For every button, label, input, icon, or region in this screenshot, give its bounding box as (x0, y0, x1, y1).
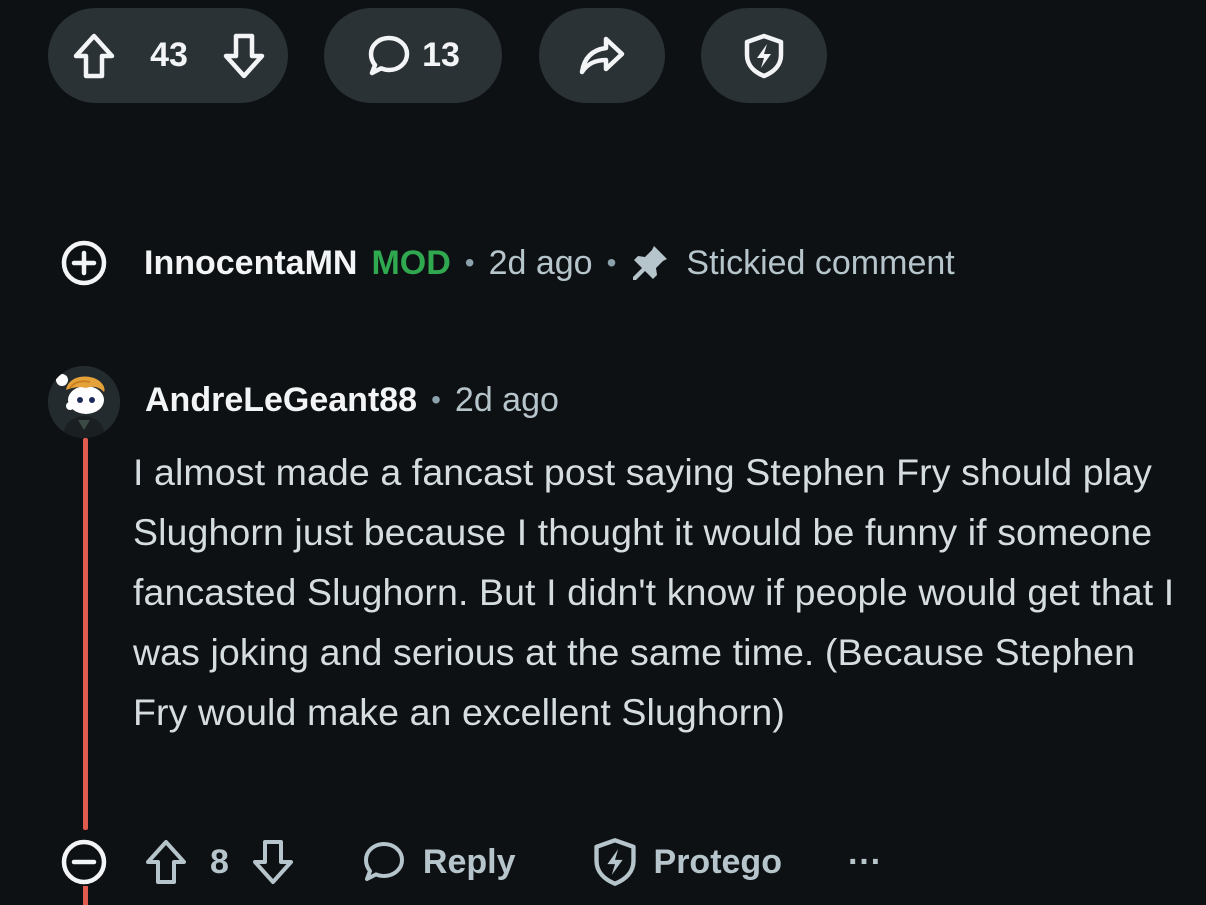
stickied-comment-label: Stickied comment (686, 243, 955, 282)
pin-icon (633, 246, 668, 280)
mod-badge: MOD (371, 243, 451, 282)
separator-dot: • (606, 247, 617, 278)
share-arrow-icon (579, 36, 625, 74)
separator-dot: • (464, 247, 475, 278)
comment-time: 2d ago (454, 380, 559, 419)
post-award-button[interactable] (701, 8, 827, 103)
speech-bubble-icon (363, 842, 404, 881)
award-label: Protego (653, 842, 782, 881)
arrow-up-icon (146, 840, 186, 884)
arrow-down-icon (223, 33, 265, 78)
post-vote-bar: 43 (48, 8, 288, 103)
comment-vote: 8 (144, 838, 295, 886)
plus-circle-icon[interactable] (60, 239, 108, 287)
award-button[interactable]: Protego (592, 837, 782, 887)
post-comments-button[interactable]: 13 (324, 8, 502, 103)
separator-dot: • (431, 384, 441, 415)
minus-circle-icon[interactable] (60, 838, 108, 886)
comment-score: 8 (210, 842, 229, 881)
sticky-comment-author[interactable]: InnocentaMN (144, 244, 357, 283)
sticky-comment-time: 2d ago (488, 243, 593, 282)
comment-header: AndreLeGeant88 • 2d ago (145, 376, 559, 424)
avatar[interactable] (48, 366, 120, 438)
ellipsis-icon: ··· (847, 842, 882, 881)
reply-button[interactable]: Reply (361, 839, 516, 885)
post-comments-count: 13 (422, 36, 460, 74)
reply-label: Reply (422, 842, 516, 881)
post-share-button[interactable] (539, 8, 665, 103)
sticky-comment-collapsed[interactable]: InnocentaMN MOD • 2d ago • Stickied comm… (60, 238, 955, 288)
comment-upvote-button[interactable] (144, 838, 188, 886)
comment-actions: 8 Reply Protego ··· (60, 832, 882, 892)
post-downvote-button[interactable] (222, 32, 266, 80)
comment-body: I almost made a fancast post saying Step… (133, 451, 1175, 733)
thread-line[interactable] (83, 438, 88, 830)
comment-author[interactable]: AndreLeGeant88 (145, 381, 417, 420)
speech-bubble-icon (368, 35, 410, 75)
shield-bolt-icon (744, 33, 784, 78)
comment-downvote-button[interactable] (251, 838, 295, 886)
snoo-avatar-icon (48, 366, 120, 438)
arrow-up-icon (73, 33, 115, 78)
post-score: 43 (150, 36, 188, 74)
more-options-button[interactable]: ··· (848, 843, 882, 882)
shield-bolt-icon (593, 838, 636, 886)
arrow-down-icon (252, 840, 293, 884)
post-upvote-button[interactable] (72, 32, 116, 80)
